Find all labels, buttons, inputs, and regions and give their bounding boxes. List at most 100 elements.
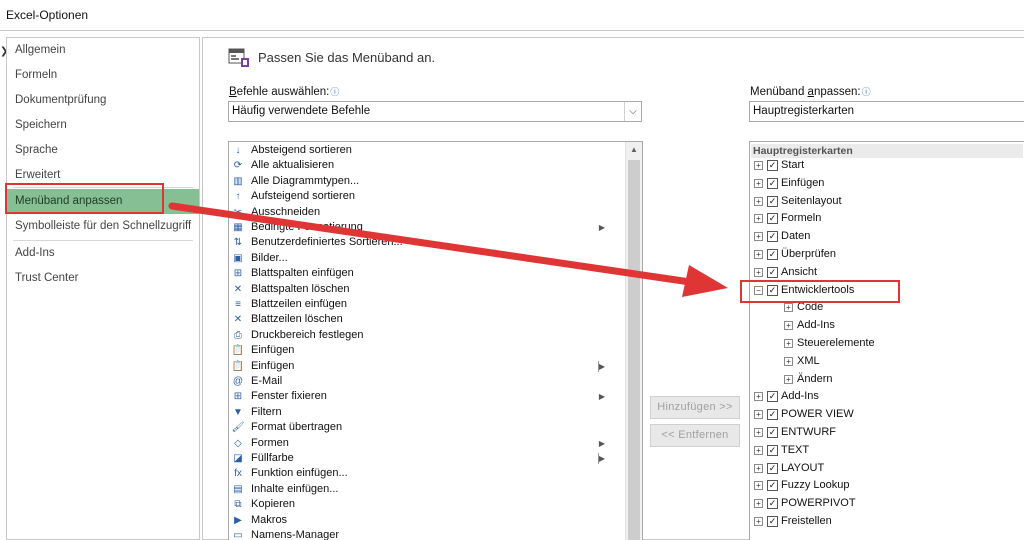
tree-item[interactable]: + ✓ POWERPIVOT (754, 495, 856, 512)
tab-checkbox[interactable]: ✓ (767, 516, 778, 527)
expand-icon[interactable]: + (754, 250, 763, 259)
expand-icon[interactable]: + (754, 232, 763, 242)
command-item[interactable]: 📋 Einfügen (229, 343, 627, 358)
command-item[interactable]: ↓ Absteigend sortieren (229, 143, 627, 158)
tree-item[interactable]: + ✓ LAYOUT (754, 460, 824, 477)
tab-checkbox[interactable]: ✓ (767, 195, 778, 207)
command-item[interactable]: ⊞ Fenster fixieren ▶ (229, 389, 627, 404)
tree-item[interactable]: + ✓ Add-Ins (754, 388, 819, 405)
tab-checkbox[interactable]: ✓ (767, 462, 778, 474)
tab-checkbox[interactable]: ✓ (767, 160, 778, 171)
tree-item[interactable]: + ✓ Einfügen (754, 175, 824, 192)
remove-button[interactable]: << Entfernen (650, 424, 740, 447)
tab-checkbox[interactable]: ✓ (767, 498, 778, 510)
command-item[interactable]: ⧉ Kopieren (229, 497, 627, 512)
command-item[interactable]: ◪ Füllfarbe ▶ (229, 451, 627, 466)
command-item[interactable]: ⎙ Druckbereich festlegen (229, 328, 627, 343)
expand-icon[interactable]: + (754, 214, 763, 224)
conditional-format-icon: ▦ (233, 222, 243, 233)
expand-icon[interactable]: + (754, 463, 763, 473)
command-item[interactable]: 🖌 Format übertragen (229, 420, 627, 435)
chevron-down-icon[interactable]: ⌵ (624, 102, 641, 121)
commands-list[interactable]: ▭ Namens-Manager ▶ Makros ⧉ Kopieren ▤ Inhalte … (228, 141, 643, 540)
tree-item[interactable]: + ✓ Überprüfen (754, 246, 836, 263)
command-item[interactable]: ⟳ Alle aktualisieren (229, 158, 627, 173)
command-item[interactable]: ▥ Alle Diagrammtypen... (229, 174, 627, 189)
tree-item[interactable]: + ✓ Freistellen (754, 513, 832, 530)
tree-item[interactable]: + ✓ ENTWURF (754, 424, 836, 441)
expand-icon[interactable]: + (754, 428, 763, 437)
sidebar-item-speichern[interactable]: Speichern (7, 113, 199, 138)
tab-checkbox[interactable]: ✓ (767, 177, 778, 189)
expand-icon[interactable]: + (754, 267, 763, 277)
scroll-thumb[interactable] (628, 160, 640, 540)
expand-icon[interactable]: + (784, 303, 793, 313)
chart-icon: ▥ (233, 175, 243, 187)
ribbon-select[interactable]: Hauptregisterkarten (749, 101, 1024, 122)
tree-item[interactable]: + ✓ Formeln (754, 210, 821, 227)
expand-icon[interactable]: + (754, 410, 763, 420)
tab-checkbox[interactable]: ✓ (767, 409, 778, 421)
command-item[interactable]: ▼ Filtern (229, 405, 627, 420)
sidebar-item-add-ins[interactable]: Add-Ins (7, 241, 199, 266)
tree-item[interactable]: + Ändern (784, 371, 832, 388)
command-item[interactable]: 📋 Einfügen ▶ (229, 359, 627, 374)
command-item[interactable]: ⊞ Blattspalten einfügen (229, 266, 627, 281)
tree-item[interactable]: + ✓ POWER VIEW (754, 406, 854, 423)
sidebar-item-allgemein[interactable]: Allgemein (7, 38, 199, 63)
sidebar-item-sprache[interactable]: Sprache (7, 138, 199, 163)
tree-item[interactable]: + ✓ Start (754, 157, 804, 174)
tab-checkbox[interactable]: ✓ (767, 391, 778, 403)
command-item[interactable]: ▤ Inhalte einfügen... (229, 482, 627, 497)
expand-icon[interactable]: + (784, 356, 793, 366)
expand-icon[interactable]: + (784, 339, 793, 348)
expand-icon[interactable]: + (754, 178, 763, 188)
command-item[interactable]: ▦ Bedingte Formatierung ▶ (229, 220, 627, 235)
tree-item[interactable]: + ✓ Ansicht (754, 264, 817, 281)
sidebar-item-symbolleiste[interactable]: Symbolleiste für den Schnellzugriff (7, 214, 199, 239)
tab-checkbox[interactable]: ✓ (767, 249, 778, 260)
sidebar-item-dokumentpruefung[interactable]: Dokumentprüfung (7, 88, 199, 113)
sidebar-item-formeln[interactable]: Formeln (7, 63, 199, 88)
tab-checkbox[interactable]: ✓ (767, 266, 778, 278)
tab-checkbox[interactable]: ✓ (767, 231, 778, 243)
expand-icon[interactable]: + (754, 481, 763, 491)
tab-checkbox[interactable]: ✓ (767, 427, 778, 438)
tree-item[interactable]: + ✓ Daten (754, 228, 810, 245)
command-item[interactable]: fx Funktion einfügen... (229, 466, 627, 481)
expand-icon[interactable]: + (754, 517, 763, 526)
tree-item[interactable]: + ✓ Fuzzy Lookup (754, 477, 849, 494)
command-item[interactable]: ⇅ Benutzerdefiniertes Sortieren... (229, 235, 627, 250)
expand-icon[interactable]: + (784, 374, 793, 384)
expand-icon[interactable]: + (754, 161, 763, 170)
add-button[interactable]: Hinzufügen >> (650, 396, 740, 419)
command-item[interactable]: ✕ Blattspalten löschen (229, 282, 627, 297)
tab-checkbox[interactable]: ✓ (767, 444, 778, 456)
command-item[interactable]: ✕ Blattzeilen löschen (229, 312, 627, 327)
tab-checkbox[interactable]: ✓ (767, 480, 778, 492)
tree-item[interactable]: + Steuerelemente (784, 335, 875, 352)
tree-item[interactable]: + ✓ Seitenlayout (754, 193, 842, 210)
command-item[interactable]: ▭ Namens-Manager (229, 528, 627, 540)
tree-item[interactable]: + XML (784, 353, 820, 370)
commands-scrollbar[interactable]: ▲ (625, 142, 642, 540)
expand-icon[interactable]: + (754, 499, 763, 509)
command-item[interactable]: ✂ Ausschneiden (229, 205, 627, 220)
expand-icon[interactable]: + (754, 445, 763, 455)
expand-icon[interactable]: + (784, 321, 793, 331)
command-item[interactable]: ◇ Formen ▶ (229, 436, 627, 451)
command-item[interactable]: ▣ Bilder... (229, 251, 627, 266)
scroll-up-icon[interactable]: ▲ (626, 142, 642, 158)
command-item[interactable]: ↑ Aufsteigend sortieren (229, 189, 627, 204)
expand-icon[interactable]: + (754, 392, 763, 402)
ribbon-tree[interactable]: Hauptregisterkarten + ✓ Start + ✓ Einfügen + ✓ S… (749, 141, 1024, 540)
command-item[interactable]: ≡ Blattzeilen einfügen (229, 297, 627, 312)
command-item[interactable]: ▶ Makros (229, 513, 627, 528)
tree-item[interactable]: + ✓ TEXT (754, 442, 809, 459)
expand-icon[interactable]: + (754, 196, 763, 206)
tree-item[interactable]: + Add-Ins (784, 317, 835, 334)
commands-select[interactable]: Häufig verwendete Befehle ⌵ (228, 101, 642, 122)
tab-checkbox[interactable]: ✓ (767, 213, 778, 225)
sidebar-item-trust-center[interactable]: Trust Center (7, 266, 199, 291)
command-item[interactable]: @ E-Mail (229, 374, 627, 389)
